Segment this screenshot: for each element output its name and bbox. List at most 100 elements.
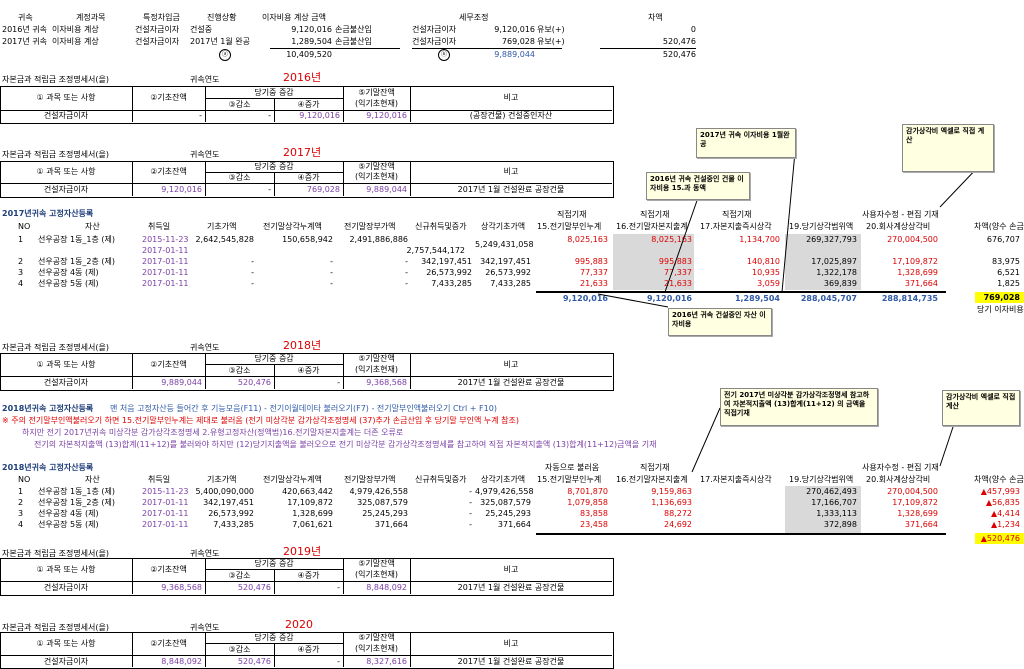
cell-c19: 1,322,178 — [816, 268, 857, 277]
summary-header-account: 계정과목 — [76, 13, 106, 22]
section-title: 2018년귀속 고정자산등록 — [2, 463, 94, 472]
diff-total: 769,028 — [983, 293, 1020, 302]
cell-prev-book: - — [405, 257, 408, 266]
cell-c19: 270,462,493 — [806, 487, 857, 496]
note-line: 전기의 자본적지출액 (13)합계(11+12)를 불러와야 하지만 (12)당… — [34, 440, 657, 449]
mark-a: ⓐ — [219, 49, 231, 61]
summary-total-tax: 9,889,044 — [494, 50, 535, 59]
summary-header-tax: 세무조정 — [459, 13, 489, 22]
cell-c20: 17,109,872 — [892, 257, 938, 266]
cell-date: 2015-11-23 — [142, 235, 189, 244]
cell-name: 선우공장 4동 (제) — [38, 268, 99, 277]
cell-dep-base: 342,197,451 — [480, 257, 531, 266]
cell-c17: 10,935 — [752, 268, 780, 277]
schedule-year: 2017년 — [283, 146, 322, 159]
cell-date: 2017-01-11 — [142, 257, 189, 266]
cell-base: 26,573,992 — [208, 509, 254, 518]
total-line — [536, 533, 946, 535]
cell-prev-book: 25,245,293 — [362, 509, 408, 518]
section-title: 2018년귀속 고정자산등록 — [2, 404, 94, 413]
cell-diff: 676,707 — [986, 235, 1020, 244]
cell-c17: 1,134,700 — [739, 235, 780, 244]
comment-note[interactable]: 감가상각비 엑셀로 직접 계산 — [942, 390, 1020, 426]
cell-dep-base: 7,433,285 — [490, 279, 531, 288]
note-line: ※ 주의 전기말부인액불러오기 하면 15.전기말부인누계는 제대로 불러옴 (… — [2, 416, 520, 425]
cell-c20: 1,328,699 — [897, 268, 938, 277]
cell-c15: 77,337 — [580, 268, 608, 277]
cell-c20: 371,664 — [904, 520, 938, 529]
cell-new: 342,197,451 — [421, 257, 472, 266]
comment-note[interactable]: 2016년 귀속 건설중인 자산 이자비용 — [668, 308, 772, 336]
cell-date: 2017-01-11 — [142, 498, 189, 507]
year-label: 귀속연도 — [190, 150, 220, 159]
cell-prev-dep: 1,328,699 — [292, 509, 333, 518]
cell-no: 2 — [18, 498, 24, 507]
schedule-title: 자본금과 적립금 조정명세서(을) — [2, 150, 110, 159]
cell-name: 선우공장 1동_1층 (제) — [38, 235, 116, 244]
cell-prev-book: - — [405, 279, 408, 288]
section-title: 2017년귀속 고정자산등록 — [2, 209, 94, 218]
diff-total: ▲520,476 — [980, 534, 1020, 543]
cell-prev-book: - — [405, 268, 408, 277]
cell-prev-book: 325,087,579 — [357, 498, 408, 507]
cell-dep-base: 4,979,426,558 — [475, 487, 534, 496]
cell-c19: 17,166,707 — [811, 498, 857, 507]
cell-new: - — [469, 487, 472, 496]
cell-c17: 140,810 — [746, 257, 780, 266]
divider — [600, 48, 696, 49]
cell-dep-base: 5,249,431,058 — [475, 240, 534, 249]
cell-name: 선우공장 5동 (제) — [38, 279, 99, 288]
cell-dep-base: 325,087,579 — [480, 498, 531, 507]
cell-c15: 8,025,163 — [567, 235, 608, 244]
total-line — [536, 291, 946, 293]
summary-header-progress: 진행상황 — [207, 13, 237, 22]
cell-no: 1 — [18, 235, 24, 244]
cell-c15: 83,858 — [580, 509, 608, 518]
cell-c20: 371,664 — [904, 279, 938, 288]
cell-c16: 88,272 — [664, 509, 692, 518]
summary-header-interest: 이자비용 계상 금액 — [262, 13, 326, 22]
cell-c15: 23,458 — [580, 520, 608, 529]
cell-base: - — [251, 268, 254, 277]
comment-note[interactable]: 감가상각비 엑셀로 직접 계산 — [902, 124, 994, 172]
divider — [270, 48, 400, 49]
cell-c15: 995,883 — [574, 257, 608, 266]
cell-c20: 270,004,500 — [887, 235, 938, 244]
comment-note[interactable]: 2016년 귀속 건설중인 건물 이자비용 15.과 동액 — [646, 172, 750, 200]
cell-c16: 1,136,693 — [651, 498, 692, 507]
note-line: 하지만 전기 2017년귀속 미상각분 감가상각조정명세 2.유형고정자산(정액… — [22, 428, 404, 437]
schedule-title: 자본금과 적립금 조정명세서(을) — [2, 343, 110, 352]
cell-c15: 1,079,858 — [567, 498, 608, 507]
comment-note[interactable]: 2017년 귀속 이자비용 1월완공 — [696, 128, 796, 158]
cell-dep-base: 26,573,992 — [485, 268, 531, 277]
cell-c16: 995,883 — [658, 257, 692, 266]
cell-no: 3 — [18, 268, 24, 277]
cell-dep-base: 25,245,293 — [485, 509, 531, 518]
cell-diff: ▲1,234 — [990, 520, 1020, 529]
cell-date: 2017-01-11 — [142, 268, 189, 277]
year-label: 귀속연도 — [190, 75, 220, 84]
cell-diff: 6,521 — [997, 268, 1020, 277]
cell-c15: 8,701,870 — [567, 487, 608, 496]
cell-prev-book: 2,491,886,886 — [349, 235, 408, 244]
mark-b: ⓑ — [438, 49, 450, 61]
cell-prev-dep: 150,658,942 — [282, 235, 333, 244]
cell-c16: 8,025,163 — [651, 235, 692, 244]
cell-prev-book: 4,979,426,558 — [349, 487, 408, 496]
comment-note[interactable]: 전기 2017년 미상각분 감가상각조정명세 참고하여 자본적지출액 (13)합… — [720, 388, 878, 426]
schedule-year: 2016년 — [283, 71, 322, 84]
schedule-title: 자본금과 적립금 조정명세서(을) — [2, 75, 110, 84]
cell-c16: 24,692 — [664, 520, 692, 529]
cell-c20: 270,004,500 — [887, 487, 938, 496]
cell-new: - — [469, 520, 472, 529]
cell-date: 2017-01-11 — [142, 279, 189, 288]
cell-prev-dep: - — [330, 268, 333, 277]
cell-diff: ▲56,835 — [985, 498, 1020, 507]
cell-base: 342,197,451 — [203, 498, 254, 507]
cell-name: 선우공장 4동 (제) — [38, 509, 99, 518]
schedule-year: 2019년 — [283, 545, 322, 558]
cell-new: - — [469, 498, 472, 507]
year-label: 귀속연도 — [190, 343, 220, 352]
summary-total-amount: 10,409,520 — [286, 50, 332, 59]
cell-c17: 3,059 — [757, 279, 780, 288]
